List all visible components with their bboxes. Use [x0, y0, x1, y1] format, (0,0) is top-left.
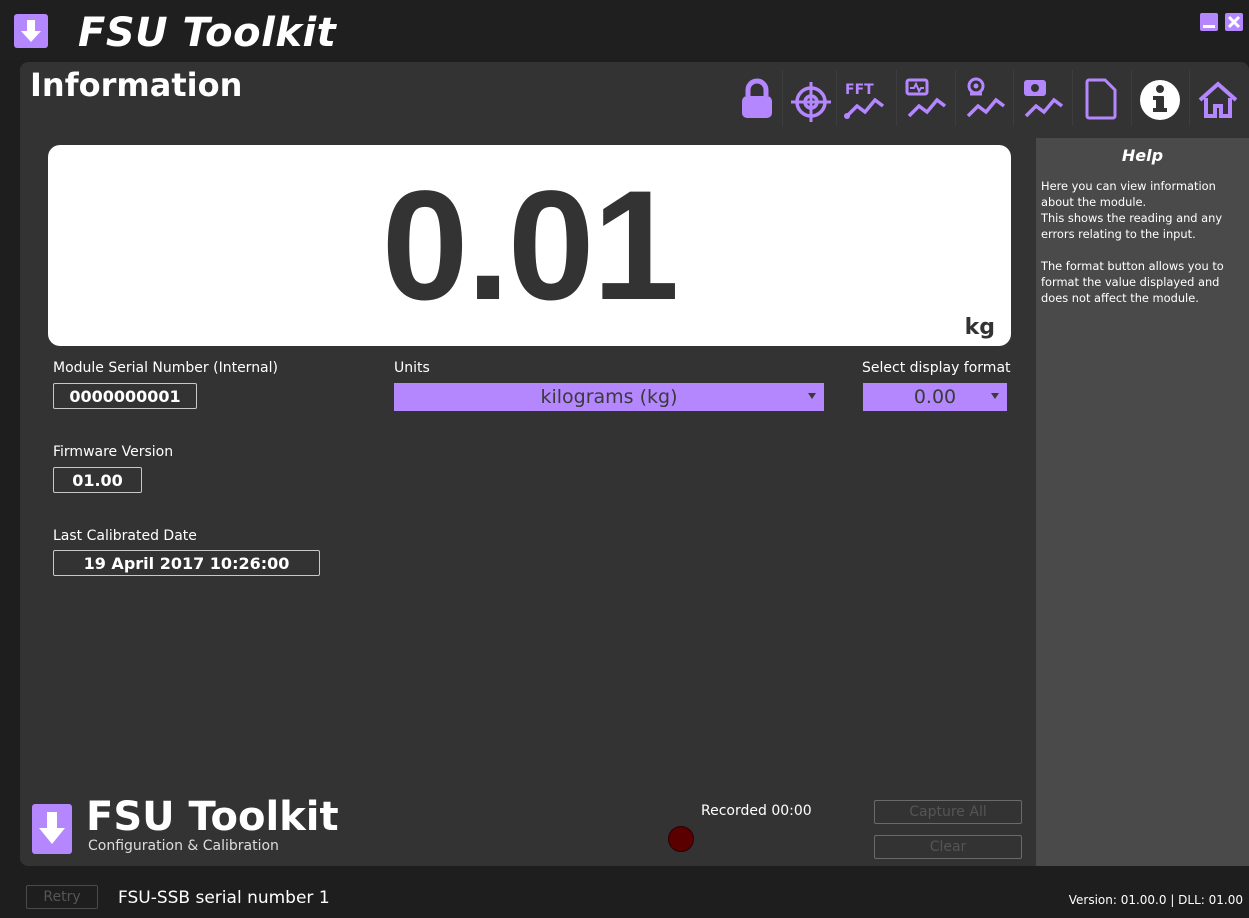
firmware-label: Firmware Version	[53, 444, 174, 460]
fft-button[interactable]: FFT	[836, 70, 889, 126]
retry-button[interactable]: Retry	[26, 885, 98, 909]
lock-button[interactable]	[729, 70, 781, 126]
serial-label: Module Serial Number (Internal)	[53, 360, 278, 376]
minimize-button[interactable]	[1200, 13, 1218, 31]
zoom-chart-button[interactable]	[955, 70, 1008, 126]
monitor-chart-button[interactable]	[896, 70, 949, 126]
brand-logo: FSU Toolkit Configuration & Calibration	[30, 794, 339, 860]
chevron-down-icon	[991, 393, 999, 399]
info-button[interactable]	[1131, 70, 1184, 126]
calibrated-label: Last Calibrated Date	[53, 528, 197, 544]
format-label: Select display format	[862, 360, 1011, 376]
reading-value: 0.01	[381, 159, 680, 333]
units-dropdown-value: kilograms (kg)	[540, 386, 678, 408]
monitor-chart-icon	[905, 78, 947, 118]
calibrated-date-field: 19 April 2017 10:26:00	[53, 550, 320, 576]
info-icon	[1140, 80, 1180, 120]
home-button[interactable]	[1189, 70, 1248, 126]
target-button[interactable]	[782, 70, 835, 126]
home-icon	[1198, 81, 1238, 118]
record-indicator-icon[interactable]	[668, 826, 694, 852]
document-button[interactable]	[1072, 70, 1125, 126]
format-dropdown-value: 0.00	[913, 386, 957, 408]
display-format-dropdown[interactable]: 0.00	[863, 383, 1007, 411]
capture-all-button[interactable]: Capture All	[874, 800, 1022, 824]
clear-button[interactable]: Clear	[874, 835, 1022, 859]
document-icon	[1085, 78, 1117, 120]
close-button[interactable]	[1225, 13, 1243, 31]
reading-unit: kg	[964, 315, 995, 340]
help-panel: Help Here you can view information about…	[1036, 138, 1249, 866]
page-title: Information	[30, 66, 243, 104]
camera-chart-icon	[1024, 80, 1064, 118]
units-label: Units	[394, 360, 430, 376]
capture-chart-button[interactable]	[1013, 70, 1066, 126]
app-download-icon	[14, 14, 48, 48]
svg-text:FFT: FFT	[845, 82, 874, 98]
serial-field: 0000000001	[53, 383, 197, 409]
reading-display: 0.01 kg	[48, 145, 1011, 346]
logo-subtitle: Configuration & Calibration	[88, 838, 279, 854]
help-text: Here you can view information about the …	[1041, 179, 1224, 305]
device-status: FSU-SSB serial number 1	[118, 888, 330, 908]
version-info: Version: 01.00.0 | DLL: 01.00	[1068, 893, 1243, 907]
logo-title: FSU Toolkit	[86, 794, 339, 840]
logo-download-icon	[32, 804, 72, 854]
chevron-down-icon	[808, 393, 816, 399]
units-dropdown[interactable]: kilograms (kg)	[394, 383, 824, 411]
help-title: Help	[1121, 146, 1164, 165]
target-icon	[791, 82, 831, 122]
zoom-chart-icon	[966, 77, 1006, 118]
app-title: FSU Toolkit	[78, 10, 337, 56]
lock-icon	[742, 78, 772, 118]
recorded-time: Recorded 00:00	[701, 803, 812, 819]
fft-chart-icon: FFT	[844, 82, 885, 119]
firmware-field: 01.00	[53, 467, 142, 493]
